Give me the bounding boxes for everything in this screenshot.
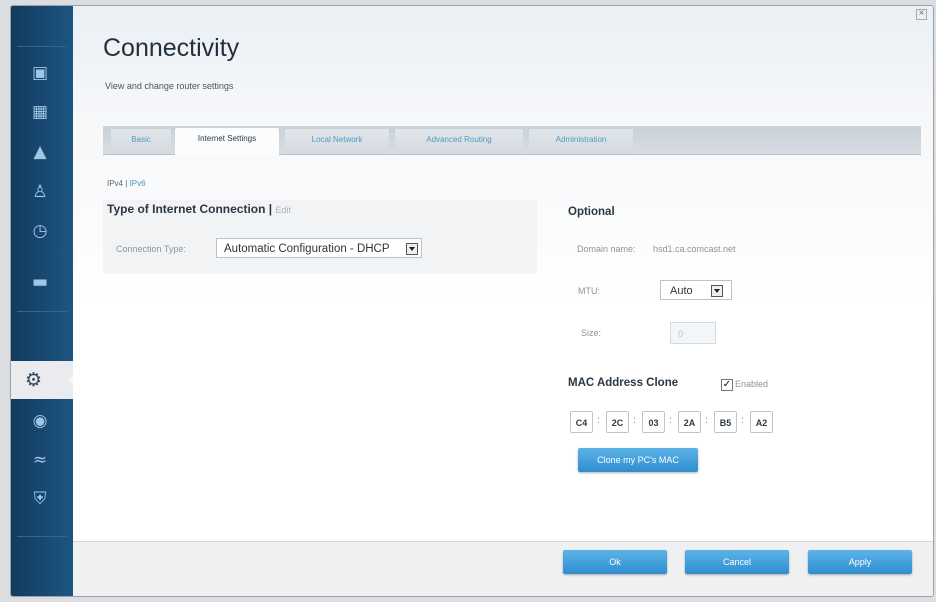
- camera-icon[interactable]: ◉: [27, 410, 53, 432]
- connection-heading: Type of Internet Connection | Edit: [107, 202, 291, 216]
- mac-octet-field[interactable]: C4: [570, 411, 593, 433]
- clock-icon[interactable]: ◷: [27, 220, 53, 242]
- ok-button[interactable]: Ok: [563, 550, 667, 574]
- ip-version-switch: IPv4 | IPv6: [107, 179, 146, 188]
- mac-octet-field[interactable]: A2: [750, 411, 773, 433]
- ip-version-separator: |: [125, 179, 128, 188]
- mtu-label: MTU:: [578, 286, 600, 296]
- tab-basic[interactable]: Basic: [111, 129, 171, 154]
- mac-separator: :: [633, 415, 636, 426]
- enabled-label: Enabled: [735, 379, 769, 389]
- domain-name-label: Domain name:: [577, 244, 636, 254]
- devices-icon[interactable]: ▣: [27, 62, 53, 84]
- mtu-value: Auto: [670, 285, 693, 297]
- mtu-select[interactable]: Auto: [660, 280, 732, 300]
- router-icon[interactable]: ▦: [27, 101, 53, 123]
- sidebar: ▣ ▦ ▲ ♙ ◷ ▬ ⚙ ◉ ≈ ⛨: [11, 6, 74, 596]
- connection-type-value: Automatic Configuration - DHCP: [224, 243, 390, 255]
- heading-separator: |: [268, 202, 273, 216]
- ipv6-link[interactable]: IPv6: [130, 179, 146, 188]
- tab-bar: Basic Internet Settings Local Network Ad…: [103, 126, 921, 155]
- parental-controls-icon[interactable]: ♙: [27, 181, 53, 203]
- wifi-icon[interactable]: ≈: [27, 449, 53, 471]
- close-icon[interactable]: ×: [916, 9, 927, 20]
- mac-octet-field[interactable]: 2A: [678, 411, 701, 433]
- tab-advanced-routing[interactable]: Advanced Routing: [395, 129, 523, 154]
- page-title: Connectivity: [103, 34, 240, 62]
- alert-icon[interactable]: ▲: [27, 141, 53, 163]
- settings-icon[interactable]: ⚙: [11, 361, 74, 399]
- clone-mac-button[interactable]: Clone my PC's MAC: [578, 448, 698, 472]
- tab-local-network[interactable]: Local Network: [285, 129, 389, 154]
- edit-link[interactable]: Edit: [276, 205, 292, 215]
- chevron-down-icon: [406, 243, 418, 255]
- optional-heading: Optional: [568, 206, 615, 218]
- size-input[interactable]: 0: [670, 322, 716, 344]
- mac-octet-field[interactable]: B5: [714, 411, 737, 433]
- apply-button[interactable]: Apply: [808, 550, 912, 574]
- mac-clone-heading: MAC Address Clone: [568, 377, 679, 389]
- chevron-down-icon: [711, 285, 723, 297]
- sidebar-divider: [17, 536, 67, 537]
- sidebar-divider: [17, 311, 67, 312]
- mac-separator: :: [705, 415, 708, 426]
- connection-heading-label: Type of Internet Connection: [107, 202, 266, 216]
- mac-separator: :: [741, 415, 744, 426]
- domain-name-value: hsd1.ca.comcast.net: [653, 244, 736, 254]
- tab-administration[interactable]: Administration: [529, 129, 633, 154]
- footer-bar: [73, 542, 933, 596]
- mac-octet-field[interactable]: 2C: [606, 411, 629, 433]
- mac-separator: :: [597, 415, 600, 426]
- cancel-button[interactable]: Cancel: [685, 550, 789, 574]
- size-label: Size:: [581, 328, 602, 338]
- page-subtitle: View and change router settings: [105, 81, 234, 91]
- router-settings-window: ▣ ▦ ▲ ♙ ◷ ▬ ⚙ ◉ ≈ ⛨ × Connectivity View …: [10, 5, 934, 597]
- connection-type-select[interactable]: Automatic Configuration - DHCP: [216, 238, 422, 258]
- enabled-checkbox[interactable]: ✓: [721, 379, 733, 391]
- ipv4-link[interactable]: IPv4: [107, 179, 123, 188]
- connection-type-label: Connection Type:: [116, 244, 186, 254]
- tab-internet-settings[interactable]: Internet Settings: [175, 128, 279, 155]
- sidebar-divider: [17, 46, 67, 47]
- security-icon[interactable]: ⛨: [27, 488, 53, 510]
- mac-separator: :: [669, 415, 672, 426]
- mac-octet-field[interactable]: 03: [642, 411, 665, 433]
- main-panel: × Connectivity View and change router se…: [73, 6, 933, 596]
- speed-test-icon[interactable]: ▬: [27, 271, 53, 293]
